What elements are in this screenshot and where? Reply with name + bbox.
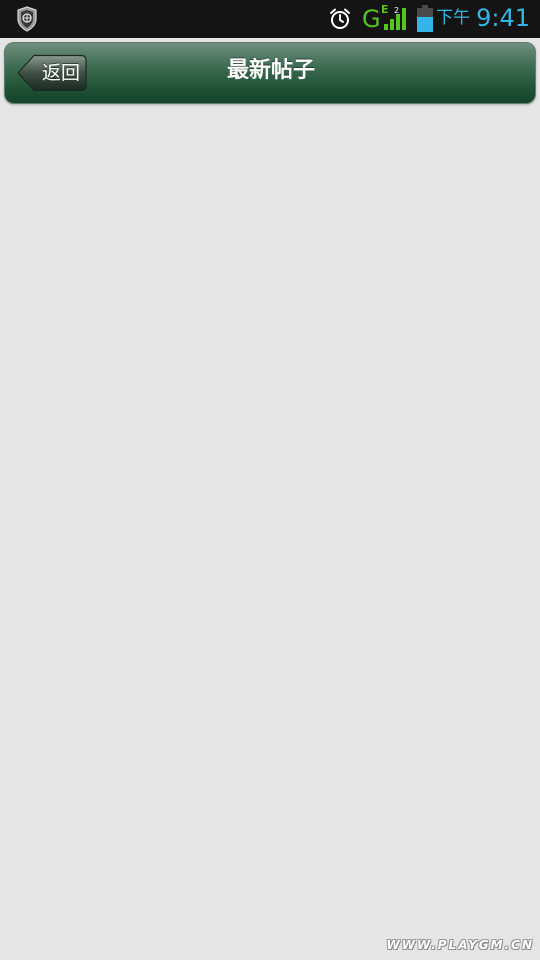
back-button[interactable]: 返回 (17, 54, 87, 92)
alarm-icon (330, 8, 350, 29)
shield-icon (17, 6, 37, 32)
time-value: 9:41 (476, 4, 530, 32)
status-bar: G E 2 下午 9:41 (0, 0, 540, 38)
signal-icon (384, 8, 406, 30)
content-area (0, 106, 540, 960)
watermark: WWW.PLAYGM.CN (386, 938, 534, 952)
network-type: G (362, 5, 381, 33)
battery-icon (417, 5, 433, 32)
time-period: 下午 (436, 8, 471, 28)
back-button-label: 返回 (41, 62, 80, 84)
title-bar: 最新帖子 返回 (4, 42, 536, 104)
clock: 下午 9:41 (436, 3, 530, 32)
